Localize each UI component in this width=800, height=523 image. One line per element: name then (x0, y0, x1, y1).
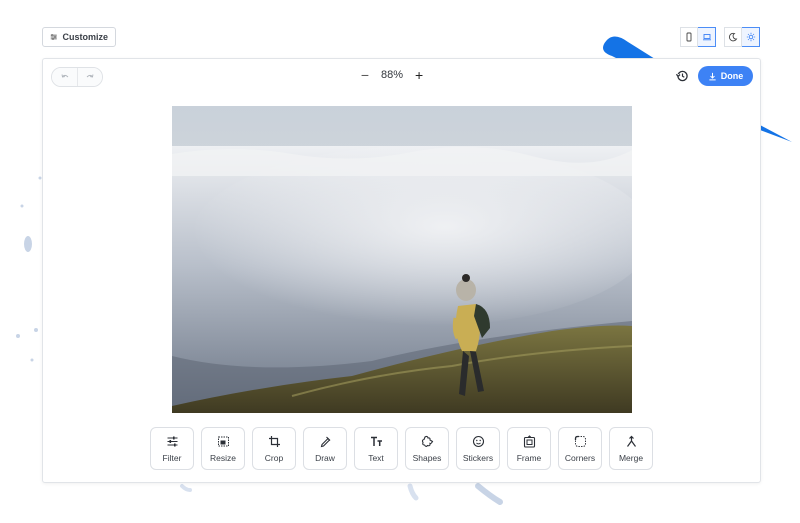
light-theme-button[interactable] (742, 27, 760, 47)
photo-hiker-above-clouds (172, 106, 632, 413)
frame-icon (523, 434, 535, 448)
zoom-value: 88% (381, 69, 404, 81)
download-icon (709, 72, 716, 80)
resize-icon (217, 436, 229, 446)
tool-resize-button[interactable]: Resize (201, 427, 245, 470)
tool-stickers-button[interactable]: Stickers (456, 427, 500, 470)
shapes-icon (421, 435, 433, 447)
zoom-out-button[interactable]: − (359, 67, 371, 83)
zoom-control: − 88% + (359, 67, 425, 83)
corners-icon (574, 435, 586, 447)
tool-label: Crop (264, 452, 284, 463)
redo-button[interactable] (77, 68, 102, 86)
sliders-icon (50, 34, 57, 40)
image-editor: − 88% + Done Filter Resize Crop Draw Tex… (42, 58, 761, 483)
tool-corners-button[interactable]: Corners (558, 427, 602, 470)
dark-theme-button[interactable] (724, 27, 742, 47)
tool-draw-button[interactable]: Draw (303, 427, 347, 470)
merge-icon (626, 435, 636, 447)
tool-label: Merge (618, 452, 644, 463)
tool-bar: Filter Resize Crop Draw Text Shapes Stic… (150, 427, 653, 470)
customize-button[interactable]: Customize (42, 27, 116, 47)
tool-filter-button[interactable]: Filter (150, 427, 194, 470)
pen-icon (320, 436, 330, 447)
crop-icon (268, 435, 280, 447)
moon-icon (729, 32, 738, 42)
undo-button[interactable] (52, 68, 77, 86)
desktop-view-button[interactable] (698, 27, 716, 47)
customize-label: Customize (62, 32, 108, 42)
sticker-icon (472, 435, 484, 447)
undo-icon (61, 74, 68, 78)
zoom-in-button[interactable]: + (413, 67, 425, 83)
mobile-view-button[interactable] (680, 27, 698, 47)
tool-label: Text (368, 452, 384, 463)
sliders-icon (167, 436, 177, 446)
tool-label: Frame (516, 452, 542, 463)
tool-shapes-button[interactable]: Shapes (405, 427, 449, 470)
redo-icon (86, 74, 94, 78)
tool-label: Corners (564, 452, 596, 463)
tool-label: Draw (315, 452, 335, 463)
history-reset-icon[interactable] (675, 69, 689, 83)
done-button[interactable]: Done (698, 66, 753, 86)
laptop-icon (702, 34, 711, 41)
device-toggle (680, 27, 716, 47)
tool-frame-button[interactable]: Frame (507, 427, 551, 470)
image-canvas[interactable] (172, 106, 632, 413)
tool-label: Shapes (412, 452, 442, 463)
tool-crop-button[interactable]: Crop (252, 427, 296, 470)
tool-label: Resize (210, 452, 236, 463)
tool-text-button[interactable]: Text (354, 427, 398, 470)
tool-label: Filter (162, 452, 182, 463)
tool-label: Stickers (462, 452, 494, 463)
text-icon (370, 436, 382, 446)
phone-icon (686, 32, 692, 42)
top-bar: Customize (42, 27, 760, 47)
sun-icon (746, 32, 755, 42)
done-label: Done (720, 71, 744, 81)
history-controls (51, 67, 103, 87)
tool-merge-button[interactable]: Merge (609, 427, 653, 470)
theme-toggle (724, 27, 760, 47)
